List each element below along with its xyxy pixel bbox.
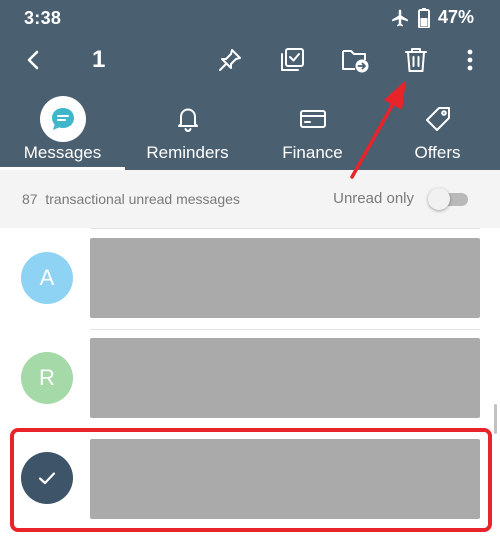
tag-icon <box>415 96 461 142</box>
avatar[interactable]: A <box>21 252 73 304</box>
list-divider <box>90 329 480 330</box>
selected-message-highlight <box>10 428 492 532</box>
select-all-icon[interactable] <box>274 42 310 78</box>
battery-percent: 47% <box>437 7 474 27</box>
unread-only-toggle[interactable] <box>428 188 468 210</box>
app-header: 3:38 47% 1 Messages Reminders Finance Of… <box>0 0 500 170</box>
unread-summary: 87 transactional unread messages <box>22 191 240 207</box>
tab-offers[interactable]: Offers <box>375 90 500 170</box>
status-right: 47% <box>390 7 474 28</box>
tab-messages[interactable]: Messages <box>0 90 125 170</box>
chat-bubble-icon <box>39 96 86 142</box>
list-divider <box>90 228 480 229</box>
category-tabs: Messages Reminders Finance Offers <box>0 90 500 170</box>
redacted-message-preview[interactable] <box>90 338 480 418</box>
selected-count: 1 <box>92 46 106 73</box>
back-arrow-icon[interactable] <box>16 42 52 78</box>
delete-icon[interactable] <box>398 42 434 78</box>
card-icon <box>290 96 336 142</box>
airplane-icon <box>390 8 410 28</box>
status-time: 3:38 <box>24 8 62 28</box>
redacted-message-preview[interactable] <box>90 238 480 318</box>
scrollbar-thumb[interactable] <box>494 404 497 434</box>
tab-messages-label: Messages <box>23 143 102 162</box>
battery-icon <box>417 7 430 28</box>
tab-finance-label: Finance <box>282 143 343 162</box>
status-bar: 3:38 47% <box>0 0 500 36</box>
unread-description: transactional unread messages <box>45 191 240 207</box>
more-options-icon[interactable] <box>452 42 488 78</box>
move-to-folder-icon[interactable] <box>337 42 373 78</box>
tab-finance[interactable]: Finance <box>250 90 375 170</box>
bell-icon <box>165 96 211 142</box>
tab-reminders[interactable]: Reminders <box>125 90 250 170</box>
tab-offers-label: Offers <box>414 143 461 162</box>
tab-reminders-label: Reminders <box>146 143 229 162</box>
selection-action-bar: 1 <box>0 36 500 86</box>
unread-count: 87 <box>22 191 38 207</box>
pin-icon[interactable] <box>212 42 248 78</box>
filter-row: 87 transactional unread messages Unread … <box>0 170 500 228</box>
toggle-thumb <box>428 188 450 210</box>
unread-only-label: Unread only <box>333 190 414 207</box>
avatar[interactable]: R <box>21 352 73 404</box>
